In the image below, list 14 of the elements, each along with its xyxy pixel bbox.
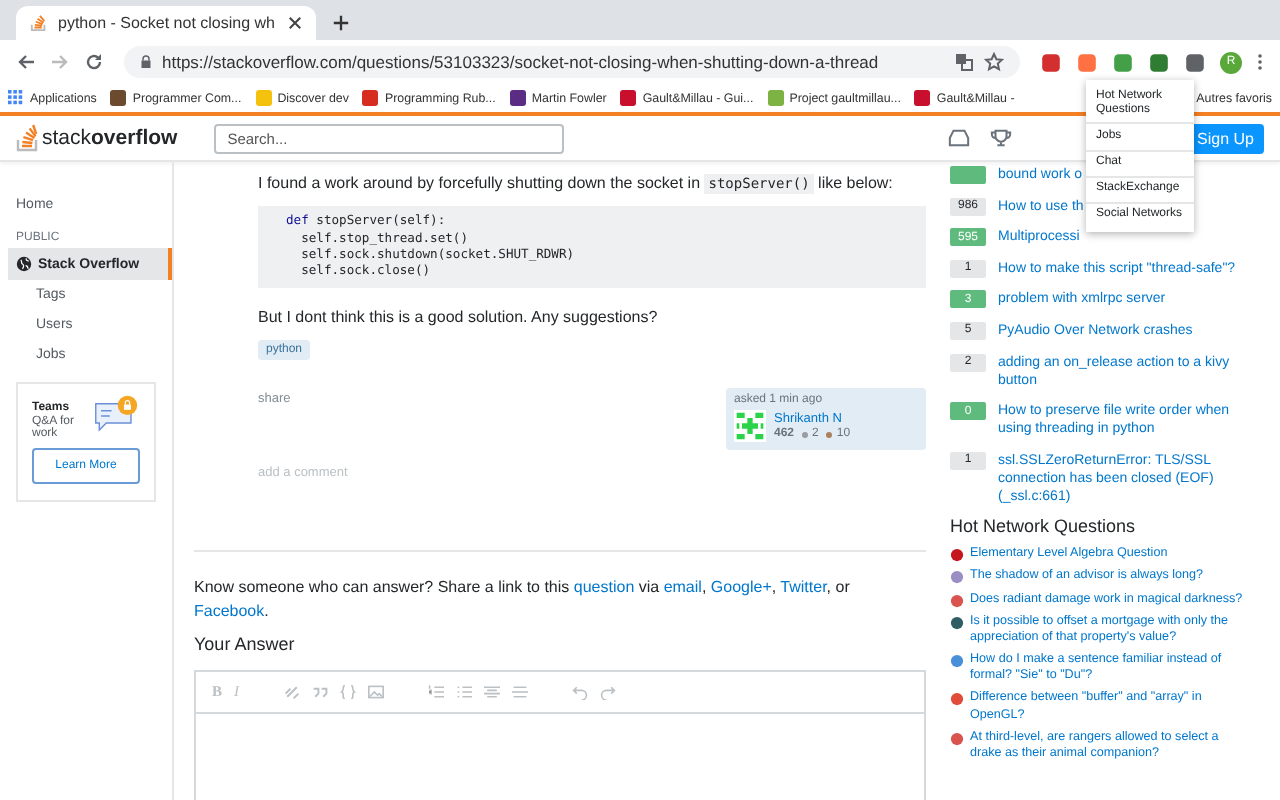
address-bar[interactable]: https://stackoverflow.com/questions/53103323/socket-not-closing-when-shutting-down-a-thread <box>124 46 1020 78</box>
hot-network-heading: Hot Network Questions <box>950 516 1138 537</box>
share-link[interactable]: question <box>573 578 635 597</box>
share-link[interactable]: email <box>663 578 702 597</box>
tab-title: python - Socket not closing wh <box>58 14 278 32</box>
browser-tab[interactable]: python - Socket not closing wh <box>16 6 316 40</box>
your-answer-heading: Your Answer <box>194 633 297 654</box>
share-prompt: Know someone who can answer? Share a link to this question via email, Google+, Twitter, or Facebook. <box>194 576 852 622</box>
share-link[interactable]: Google+ <box>710 578 772 597</box>
share-link[interactable]: Facebook <box>194 601 265 620</box>
share-link[interactable]: Twitter <box>780 578 827 597</box>
site-logo[interactable]: stackoverflow <box>16 124 178 152</box>
question-text: But I dont think this is a good solution. Any suggestions? <box>258 308 660 329</box>
url-text: https://stackoverflow.com/questions/53103323/socket-not-closing-when-shutting-down-a-thread <box>162 52 879 72</box>
